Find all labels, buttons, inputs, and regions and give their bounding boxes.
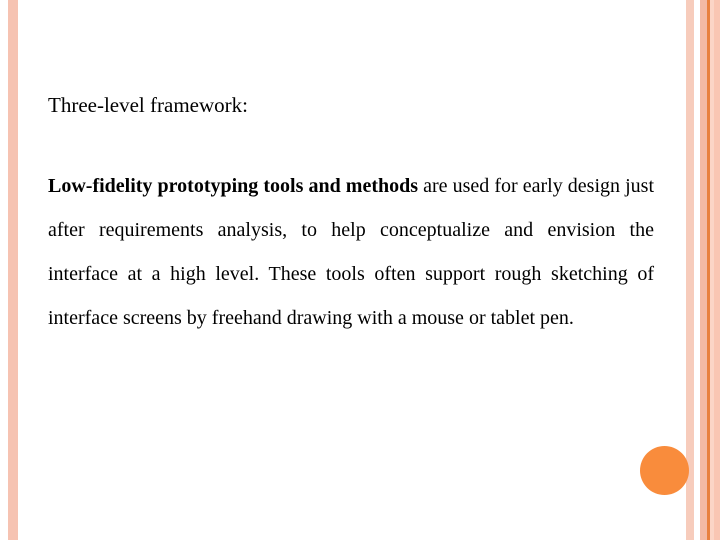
stripe-outer-peach <box>686 0 694 540</box>
orange-circle-decoration <box>640 446 689 495</box>
left-accent-bar <box>8 0 18 540</box>
stripe-mid-peach <box>700 0 707 540</box>
body-bold-lead: Low-fidelity prototyping tools and metho… <box>48 175 419 197</box>
slide-heading: Three-level framework: <box>48 93 248 117</box>
body-rest-text: are used for early design just after req… <box>48 175 655 329</box>
right-accent-stripes <box>686 0 720 540</box>
slide-canvas: Three-level framework: Low-fidelity prot… <box>0 0 720 540</box>
slide-content: Three-level framework: Low-fidelity prot… <box>48 92 654 340</box>
slide-body-paragraph: Low-fidelity prototyping tools and metho… <box>48 164 654 340</box>
stripe-inner-peach <box>714 0 720 540</box>
